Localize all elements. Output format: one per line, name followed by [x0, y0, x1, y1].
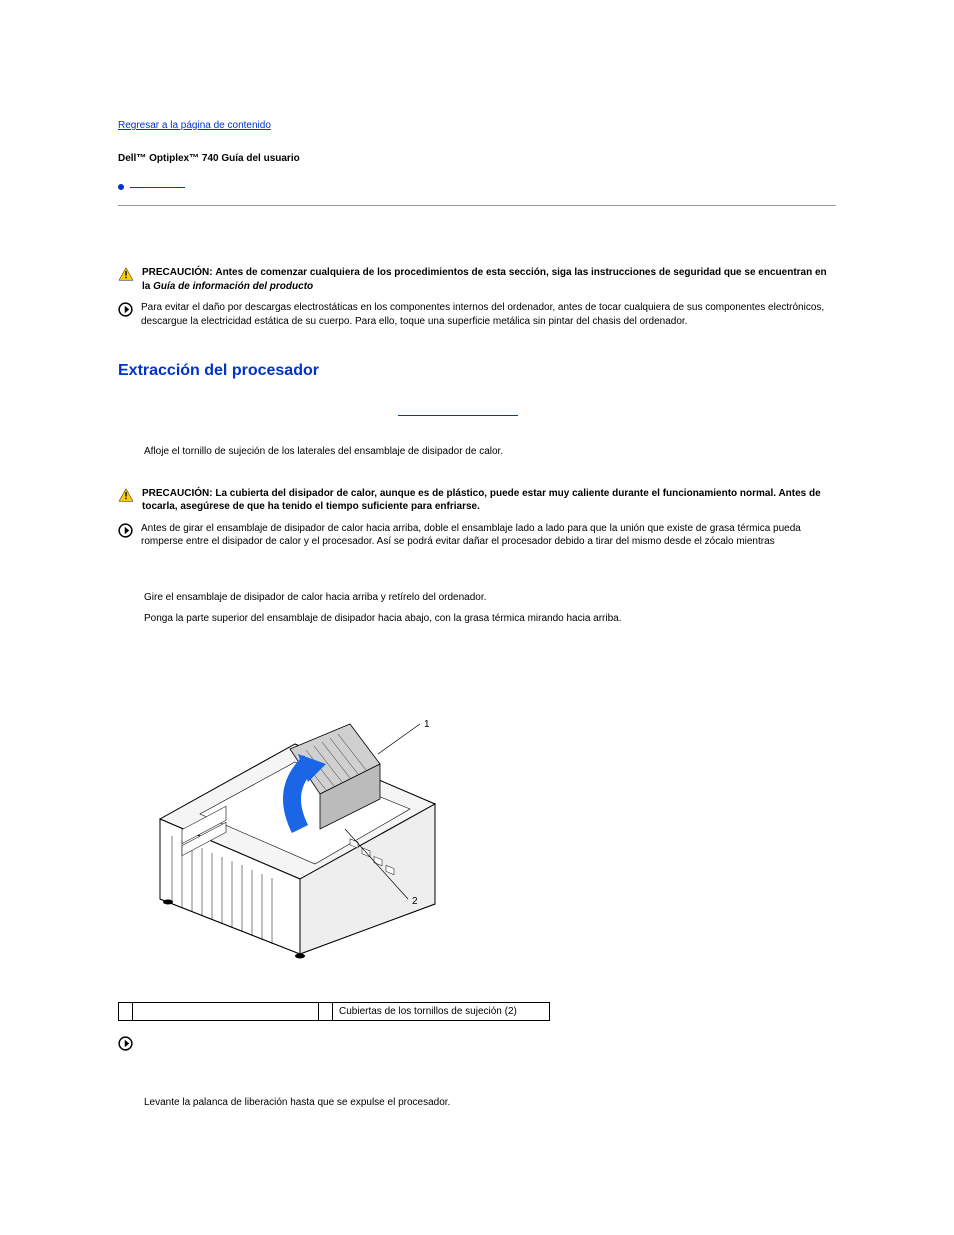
notice-icon: [118, 302, 133, 320]
toc-link[interactable]: [130, 178, 185, 191]
caution-callout: PRECAUCIÓN: Antes de comenzar cualquiera…: [118, 266, 836, 293]
back-to-contents-link[interactable]: Regresar a la página de contenido: [118, 120, 271, 131]
caution-italic: Guía de información del producto: [153, 281, 313, 292]
step-text: Gire el ensamblaje de disipador de calor…: [144, 591, 836, 605]
diagram-callout-1: 1: [424, 719, 430, 730]
document-page: Regresar a la página de contenido Dell™ …: [0, 0, 954, 1177]
legend-label-1: [133, 1002, 319, 1020]
notice-icon: [118, 523, 133, 541]
caution-callout: PRECAUCIÓN: La cubierta del disipador de…: [118, 487, 836, 514]
notice-icon: [118, 1036, 133, 1054]
legend-num-2: [319, 1002, 333, 1020]
caution-icon: [118, 267, 134, 284]
caution-body: La cubierta del disipador de calor, aunq…: [142, 488, 821, 513]
diagram-callout-2: 2: [412, 896, 418, 907]
toc-item: [118, 178, 836, 191]
legend-label-2: Cubiertas de los tornillos de sujeción (…: [333, 1002, 550, 1020]
step-text: Levante la palanca de liberación hasta q…: [144, 1096, 836, 1110]
caution-text: PRECAUCIÓN: Antes de comenzar cualquiera…: [142, 266, 836, 293]
caution-icon: [118, 488, 134, 505]
divider: [118, 205, 836, 206]
notice-text: Antes de girar el ensamblaje de disipado…: [141, 522, 836, 549]
bullet-icon: [118, 184, 124, 190]
parts-legend-table: Cubiertas de los tornillos de sujeción (…: [118, 1002, 550, 1021]
step-text: Ponga la parte superior del ensamblaje d…: [144, 612, 836, 626]
caution-text: PRECAUCIÓN: La cubierta del disipador de…: [142, 487, 836, 514]
step-text: Afloje el tornillo de sujeción de los la…: [144, 445, 836, 459]
table-row: Cubiertas de los tornillos de sujeción (…: [119, 1002, 550, 1020]
notice-callout: Para evitar el daño por descargas electr…: [118, 301, 836, 328]
blank-reference-link[interactable]: [118, 406, 836, 437]
document-title: Dell™ Optiplex™ 740 Guía del usuario: [118, 153, 836, 164]
legend-num-1: [119, 1002, 133, 1020]
caution-label: PRECAUCIÓN:: [142, 488, 213, 499]
notice-callout: [118, 1035, 836, 1054]
section-heading: Extracción del procesador: [118, 362, 836, 380]
notice-text: Para evitar el daño por descargas electr…: [141, 301, 836, 328]
caution-label: PRECAUCIÓN:: [142, 267, 213, 278]
notice-callout: Antes de girar el ensamblaje de disipado…: [118, 522, 836, 549]
heatsink-diagram: 1 2: [140, 654, 836, 962]
